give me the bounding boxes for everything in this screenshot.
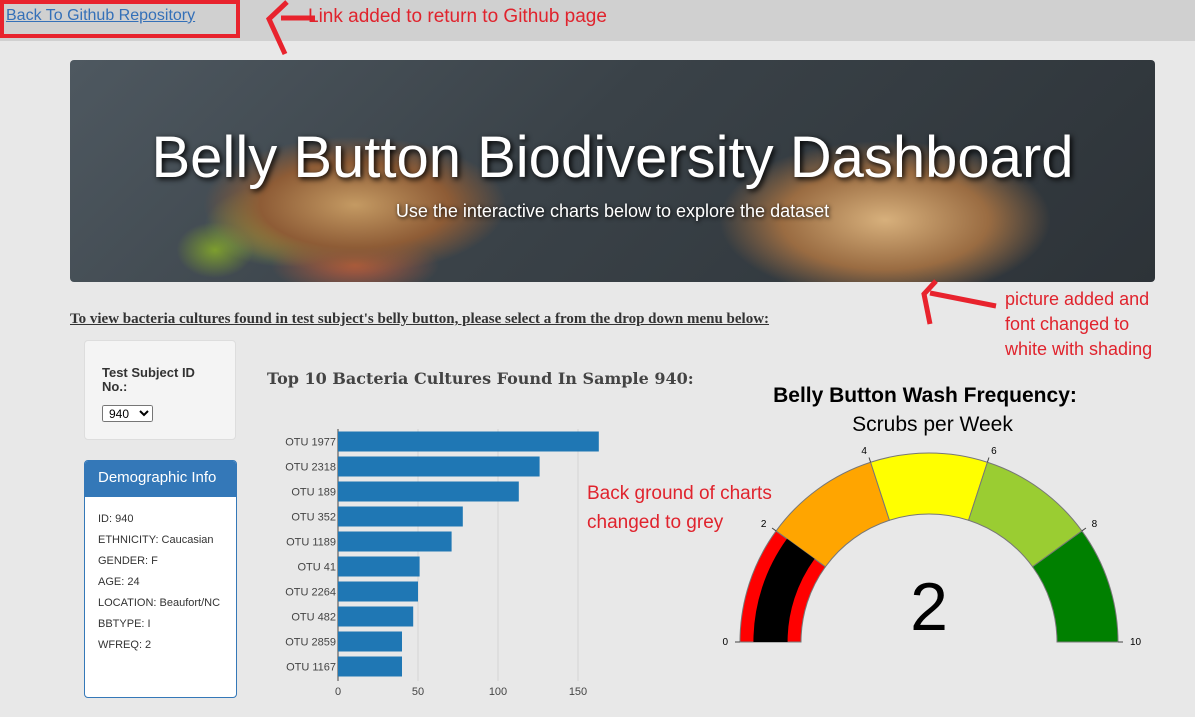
demographic-list: ID: 940 ETHNICITY: Caucasian GENDER: F A… — [85, 497, 236, 651]
bar-category-label: OTU 352 — [291, 512, 336, 524]
annotation-picture-note: picture added and font changed to white … — [1005, 287, 1152, 362]
gauge-value-label: 2 — [910, 569, 948, 645]
page-title: Belly Button Biodiversity Dashboard — [151, 125, 1074, 190]
bar — [338, 456, 540, 477]
gauge-tick — [1081, 527, 1087, 532]
bar-chart-title: Top 10 Bacteria Cultures Found In Sample… — [267, 369, 694, 388]
subject-selector-label: Test Subject ID No.: — [102, 365, 195, 394]
demographic-item: WFREQ: 2 — [98, 639, 152, 651]
bar-category-label: OTU 2318 — [285, 462, 336, 474]
gauge-tick-label: 10 — [1130, 637, 1142, 648]
gauge-band — [869, 452, 989, 521]
bar-chart: 0 50 100 150 OTU 1977 OTU 2318 OTU 189 OTU 352 O… — [285, 429, 599, 698]
subject-selector-panel: Test Subject ID No.: 940 — [84, 340, 236, 440]
annotation-link-note: Link added to return to Github page — [308, 6, 607, 27]
gauge-title: Belly Button Wash Frequency: — [773, 384, 1077, 407]
annotation-picture-line: picture added and — [1005, 289, 1150, 309]
gauge-tick — [986, 457, 990, 463]
gauge-tick-label: 4 — [861, 446, 867, 457]
bar — [338, 581, 418, 602]
bar — [338, 631, 402, 652]
bar-x-tick-label: 50 — [412, 686, 424, 698]
gauge-subtitle: Scrubs per Week — [852, 413, 1013, 436]
demographic-item: ID: 940 — [98, 513, 134, 525]
gauge-chart: 0 2 4 6 8 10 2 — [722, 446, 1142, 648]
demographic-item: GENDER: F — [98, 555, 158, 567]
annotation-box — [0, 0, 240, 38]
bar — [338, 656, 402, 677]
gauge-tick-label: 2 — [761, 519, 767, 530]
gauge-tick — [771, 527, 777, 532]
annotation-picture-line: font changed to — [1005, 314, 1130, 334]
bar-category-label: OTU 41 — [297, 562, 336, 574]
bar-category-label: OTU 1189 — [286, 537, 336, 549]
page-subtitle: Use the interactive charts below to expl… — [395, 201, 830, 221]
bar-category-label: OTU 2264 — [285, 587, 336, 599]
annotation-arrow-picture — [921, 279, 997, 325]
bar — [338, 431, 599, 452]
gauge-tick-label: 6 — [991, 446, 997, 457]
bar-category-label: OTU 2859 — [285, 637, 336, 649]
bar-category-label: OTU 1167 — [286, 662, 336, 674]
gauge-tick-label: 0 — [722, 637, 728, 648]
annotation-picture-line: white with shading — [1005, 339, 1153, 359]
bar — [338, 606, 414, 627]
bar-x-tick-label: 150 — [569, 686, 587, 698]
bar — [338, 531, 452, 552]
gauge-tick — [868, 457, 872, 463]
bar-category-label: OTU 1977 — [285, 437, 336, 449]
gauge-tick-label: 8 — [1092, 519, 1098, 530]
demographic-item: ETHNICITY: Caucasian — [98, 534, 214, 546]
bar — [338, 481, 519, 502]
bar-x-tick-label: 0 — [335, 686, 341, 698]
bar — [338, 556, 420, 577]
demographic-panel: Demographic Info ID: 940 ETHNICITY: Cauc… — [84, 460, 237, 698]
demographic-item: BBTYPE: I — [98, 618, 151, 630]
subject-id-select[interactable]: 940 — [102, 405, 153, 422]
demographic-item: LOCATION: Beaufort/NC — [98, 597, 221, 609]
hero-banner: Belly Button Biodiversity Dashboard Use … — [70, 60, 1155, 282]
bar-category-label: OTU 482 — [291, 612, 336, 624]
demographic-item: AGE: 24 — [98, 576, 140, 588]
bar — [338, 506, 463, 527]
demographic-panel-title: Demographic Info — [85, 461, 236, 497]
bar-x-tick-label: 100 — [489, 686, 507, 698]
bar-category-label: OTU 189 — [291, 487, 336, 499]
instruction-text: To view bacteria cultures found in test … — [70, 311, 770, 327]
